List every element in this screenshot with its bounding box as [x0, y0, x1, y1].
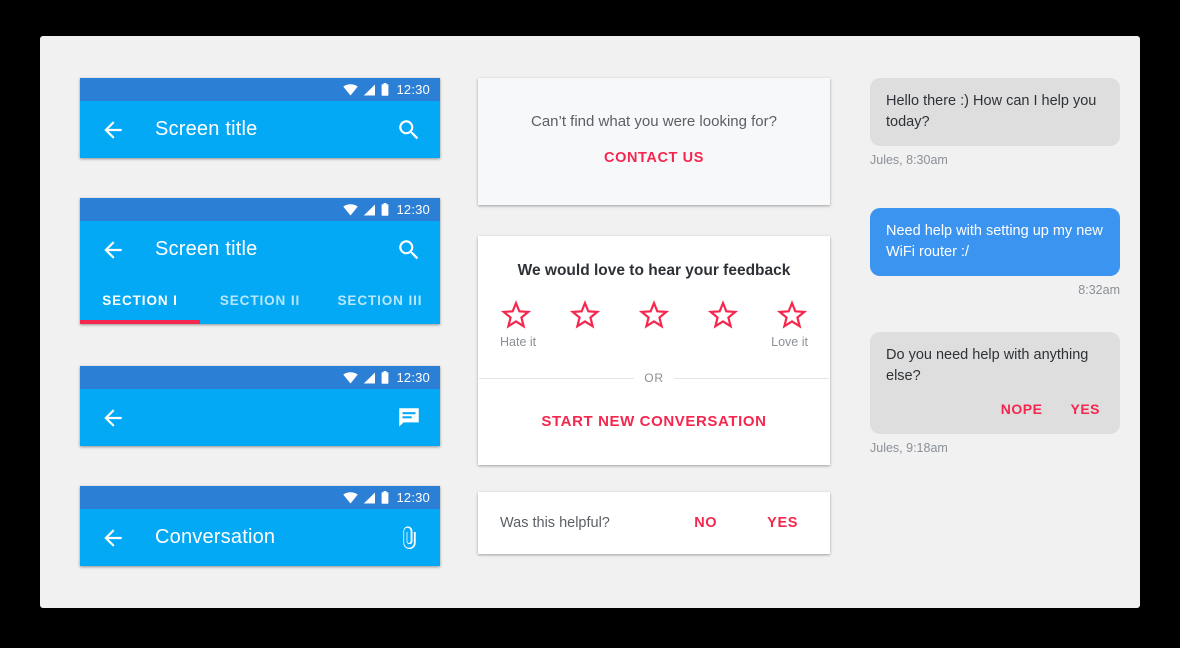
device-app-bar-basic: 12:30 Screen title — [80, 78, 440, 158]
star-rating — [478, 300, 830, 331]
back-arrow-icon[interactable] — [100, 117, 126, 143]
contact-us-button[interactable]: CONTACT US — [604, 150, 704, 166]
signal-icon — [364, 372, 376, 383]
status-bar: 12:30 — [80, 78, 440, 101]
star-outline-icon[interactable] — [569, 300, 601, 331]
chat-message-1: Hello there :) How can I help you today?… — [870, 78, 1120, 167]
app-bar: Screen title — [80, 221, 440, 278]
chat-bubble[interactable]: Need help with setting up my new WiFi ro… — [870, 208, 1120, 277]
device-app-bar-conversation: 12:30 Conversation — [80, 486, 440, 566]
contact-prompt: Can’t find what you were looking for? — [531, 113, 777, 130]
quick-reply-yes-button[interactable]: YES — [1070, 400, 1100, 420]
contact-card: Can’t find what you were looking for? CO… — [478, 78, 830, 205]
helpful-row: Was this helpful? NO YES — [478, 492, 830, 554]
chat-quick-replies: NOPE YES — [886, 400, 1104, 420]
feedback-title: We would love to hear your feedback — [517, 262, 791, 279]
search-icon[interactable] — [396, 237, 422, 263]
tab-section-1[interactable]: SECTION I — [80, 294, 200, 308]
battery-icon — [382, 203, 389, 216]
back-arrow-icon[interactable] — [100, 405, 126, 431]
back-arrow-icon[interactable] — [100, 237, 126, 263]
star-rating-labels: Hate it Love it — [478, 335, 830, 349]
app-bar: Screen title — [80, 101, 440, 158]
chat-bubble[interactable]: Hello there :) How can I help you today? — [870, 78, 1120, 147]
app-bar: Conversation — [80, 509, 440, 566]
status-bar-time: 12:30 — [396, 370, 430, 385]
helpful-card: Was this helpful? NO YES — [478, 492, 830, 554]
wifi-icon — [343, 83, 359, 95]
quick-reply-nope-button[interactable]: NOPE — [1001, 400, 1043, 420]
status-bar-time: 12:30 — [396, 82, 430, 97]
star-outline-icon[interactable] — [776, 300, 808, 331]
start-conversation-row: START NEW CONVERSATION — [478, 385, 830, 465]
battery-icon — [382, 491, 389, 504]
helpful-yes-button[interactable]: YES — [767, 515, 798, 531]
or-divider: OR — [478, 371, 830, 385]
tab-bar: SECTION I SECTION II SECTION III — [80, 278, 440, 324]
app-bar-title: Conversation — [155, 526, 276, 548]
search-icon[interactable] — [396, 117, 422, 143]
wifi-icon — [343, 491, 359, 503]
app-bar — [80, 389, 440, 446]
or-label: OR — [644, 371, 664, 385]
chat-message-3: Do you need help with anything else? NOP… — [870, 332, 1120, 455]
mockup-panel: 12:30 Screen title 12:30 Screen title SE… — [40, 36, 1140, 608]
rating-low-label: Hate it — [500, 335, 537, 349]
signal-icon — [364, 204, 376, 215]
star-outline-icon[interactable] — [500, 300, 532, 331]
status-bar: 12:30 — [80, 366, 440, 389]
battery-icon — [382, 83, 389, 96]
start-new-conversation-button[interactable]: START NEW CONVERSATION — [541, 413, 766, 430]
battery-icon — [382, 371, 389, 384]
star-outline-icon[interactable] — [707, 300, 739, 331]
tab-indicator — [80, 320, 200, 324]
chat-bubble-text: Do you need help with anything else? — [886, 347, 1089, 384]
chat-meta: 8:32am — [1078, 283, 1120, 298]
divider-line-left — [479, 377, 635, 379]
signal-icon — [364, 84, 376, 95]
rating-high-label: Love it — [771, 335, 808, 349]
chat-meta: Jules, 9:18am — [870, 441, 948, 456]
star-outline-icon[interactable] — [638, 300, 670, 331]
status-bar: 12:30 — [80, 486, 440, 509]
app-bar-title: Screen title — [155, 238, 258, 260]
tab-section-2[interactable]: SECTION II — [200, 294, 320, 308]
chat-meta: Jules, 8:30am — [870, 153, 948, 168]
chat-bubble[interactable]: Do you need help with anything else? NOP… — [870, 332, 1120, 435]
chat-message-2: Need help with setting up my new WiFi ro… — [870, 208, 1120, 297]
wifi-icon — [343, 203, 359, 215]
device-app-bar-chat: 12:30 — [80, 366, 440, 446]
status-bar-time: 12:30 — [396, 490, 430, 505]
wifi-icon — [343, 371, 359, 383]
feedback-card: We would love to hear your feedback Hate… — [478, 236, 830, 465]
status-bar-time: 12:30 — [396, 202, 430, 217]
helpful-buttons: NO YES — [694, 515, 808, 531]
chat-icon[interactable] — [396, 405, 422, 431]
helpful-no-button[interactable]: NO — [694, 515, 717, 531]
helpful-question: Was this helpful? — [500, 515, 610, 531]
back-arrow-icon[interactable] — [100, 525, 126, 551]
attachment-icon[interactable] — [396, 525, 422, 551]
device-app-bar-tabs: 12:30 Screen title SECTION I SECTION II … — [80, 198, 440, 324]
status-bar: 12:30 — [80, 198, 440, 221]
app-bar-title: Screen title — [155, 118, 258, 140]
tab-section-3[interactable]: SECTION III — [320, 294, 440, 308]
screenshot-canvas: 12:30 Screen title 12:30 Screen title SE… — [0, 0, 1180, 648]
divider-line-right — [673, 377, 829, 379]
signal-icon — [364, 492, 376, 503]
